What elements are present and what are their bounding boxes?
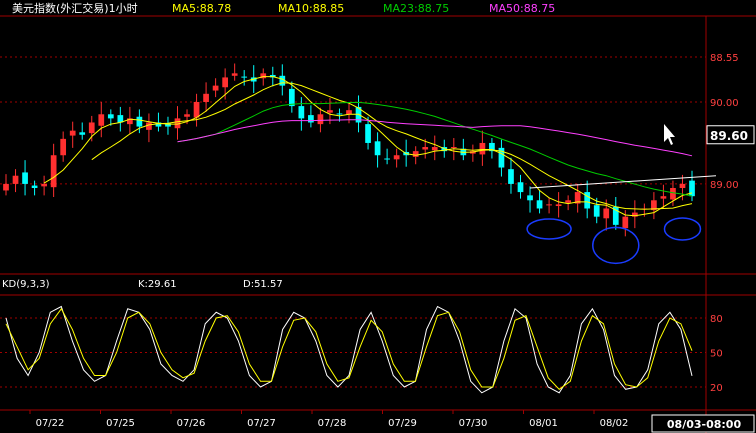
candle-body <box>50 155 57 188</box>
candle-body <box>203 93 209 102</box>
x-tick-label: 07/30 <box>459 418 488 429</box>
head-circle <box>592 226 640 265</box>
annotations: 89.60 <box>526 124 755 265</box>
x-tick-label: 07/22 <box>36 418 65 429</box>
x-tick-label: 08/01 <box>529 418 558 429</box>
candle-body <box>346 110 352 115</box>
candle-body <box>98 114 105 126</box>
candle-body <box>41 183 47 187</box>
candle-body <box>212 85 219 91</box>
candle-body <box>79 132 86 135</box>
candle-body <box>422 147 429 150</box>
candle-body <box>31 185 38 188</box>
mouse-cursor-icon <box>664 124 675 145</box>
candle-body <box>241 76 248 78</box>
kd-tick-label: 50 <box>710 349 723 360</box>
candle-body <box>431 147 438 151</box>
candle-body <box>555 204 562 207</box>
candlestick-chart: 89.60 88.55 90.00 89.00 80 50 20 07/22 07/25 07/… <box>0 15 756 433</box>
candle-body <box>317 114 324 125</box>
candle-body <box>517 182 524 193</box>
candle-body <box>60 138 67 156</box>
time-box-label: 08/03-08:00 <box>667 418 742 431</box>
x-tick-label: 07/28 <box>318 418 347 429</box>
price-tick-label: 88.55 <box>710 53 739 64</box>
candle-body <box>69 130 76 136</box>
kd-indicator <box>5 305 693 394</box>
candle-body <box>660 196 667 199</box>
candle-body <box>479 142 486 155</box>
candle-body <box>107 114 114 119</box>
neckline <box>529 175 717 189</box>
candle-body <box>374 141 381 156</box>
candle-body <box>231 73 238 76</box>
x-tick-label: 07/25 <box>106 418 135 429</box>
chart-frame <box>0 15 756 433</box>
kd-tick-label: 20 <box>710 383 723 394</box>
x-tick-label: 07/29 <box>388 418 417 429</box>
x-tick-label: 07/26 <box>177 418 206 429</box>
candle-body <box>146 122 152 130</box>
current-price-label: 89.60 <box>710 129 748 143</box>
candle-body <box>12 175 19 184</box>
grid-lines <box>0 56 706 388</box>
candle-body <box>450 147 457 149</box>
candle-body <box>527 195 533 201</box>
candle-body <box>412 151 419 157</box>
candle-body <box>298 106 305 119</box>
candle-body <box>308 115 314 123</box>
candle-body <box>622 216 629 229</box>
candle-body <box>184 114 190 117</box>
candle-body <box>565 200 571 203</box>
candle-body <box>384 158 390 160</box>
price-tick-label: 90.00 <box>710 98 739 109</box>
candle-body <box>22 172 28 184</box>
candle-body <box>508 169 514 184</box>
candle-body <box>365 124 371 143</box>
axis-labels: 88.55 90.00 89.00 80 50 20 07/22 07/25 07/26 07/2… <box>29 53 755 433</box>
candle-body <box>193 102 200 118</box>
candle-body <box>3 183 9 191</box>
candle-body <box>670 188 676 200</box>
candle-body <box>288 88 295 107</box>
k-line <box>5 305 693 394</box>
candle-body <box>222 77 228 88</box>
candle-body <box>393 155 400 160</box>
x-tick-label: 07/27 <box>247 418 276 429</box>
candle-body <box>593 205 600 217</box>
kd-tick-label: 80 <box>710 314 723 325</box>
d-line <box>5 307 693 390</box>
candle-body <box>88 122 95 134</box>
candle-body <box>136 116 143 127</box>
candle-body <box>336 113 343 115</box>
candle-body <box>536 200 543 209</box>
candle-body <box>546 204 552 206</box>
x-tick-label: 08/02 <box>600 418 629 429</box>
candle-body <box>327 110 333 113</box>
candle-body <box>603 208 610 219</box>
price-tick-label: 89.00 <box>710 180 739 191</box>
right-shoulder-circle <box>663 217 702 241</box>
left-shoulder-circle <box>526 218 572 240</box>
candle-body <box>679 183 686 188</box>
